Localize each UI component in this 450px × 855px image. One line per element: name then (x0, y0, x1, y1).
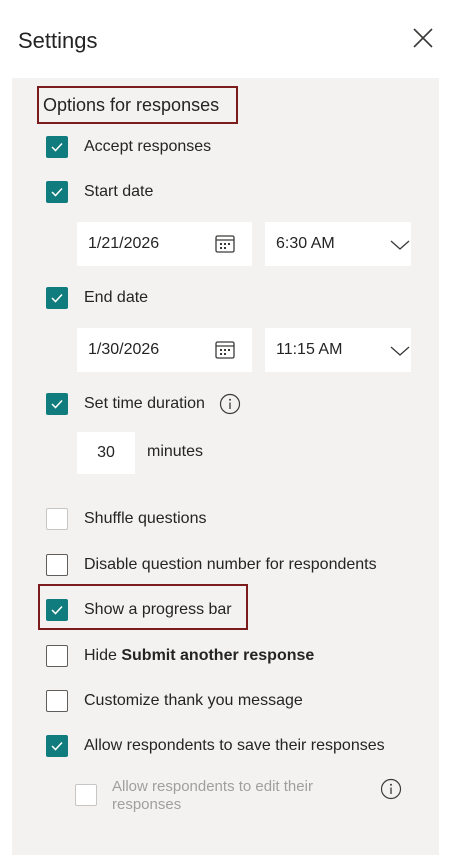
disable-question-number-checkbox[interactable] (46, 554, 68, 576)
customize-thank-you-label: Customize thank you message (84, 692, 303, 709)
shuffle-questions-option[interactable]: Shuffle questions (46, 507, 206, 531)
show-progress-bar-option[interactable]: Show a progress bar (46, 598, 232, 622)
end-date-input[interactable]: 1/30/2026 (77, 328, 252, 372)
allow-save-checkbox[interactable] (46, 735, 68, 757)
customize-thank-you-checkbox[interactable] (46, 690, 68, 712)
time-duration-checkbox[interactable] (46, 393, 68, 415)
start-time-select[interactable]: 6:30 AM (265, 222, 411, 266)
checkmark-icon (51, 605, 63, 615)
chevron-down-icon (390, 346, 410, 356)
start-date-value: 1/21/2026 (88, 235, 160, 252)
customize-thank-you-option[interactable]: Customize thank you message (46, 689, 303, 713)
hide-submit-another-prefix: Hide (84, 647, 122, 664)
duration-unit-label: minutes (147, 443, 204, 460)
calendar-icon[interactable] (214, 339, 236, 361)
end-date-checkbox[interactable] (46, 287, 68, 309)
calendar-icon[interactable] (214, 233, 236, 255)
hide-submit-another-bold: Submit another response (121, 647, 315, 664)
start-date-input[interactable]: 1/21/2026 (77, 222, 252, 266)
allow-save-option[interactable]: Allow respondents to save their response… (46, 734, 385, 758)
chevron-down-icon (390, 240, 410, 250)
show-progress-bar-label: Show a progress bar (84, 601, 232, 618)
time-duration-option[interactable]: Set time duration (46, 392, 241, 416)
show-progress-bar-checkbox[interactable] (46, 599, 68, 621)
end-date-option[interactable]: End date (46, 286, 148, 310)
allow-edit-option: Allow respondents to edit their response… (75, 778, 415, 814)
allow-edit-checkbox (75, 784, 97, 806)
checkmark-icon (51, 399, 63, 409)
checkmark-icon (51, 187, 63, 197)
settings-header: Settings (0, 0, 450, 78)
hide-submit-another-label: Hide Submit another response (84, 647, 314, 665)
shuffle-questions-checkbox[interactable] (46, 508, 68, 530)
duration-minutes-input[interactable]: 30 (77, 432, 135, 474)
checkmark-icon (51, 741, 63, 751)
hide-submit-another-option[interactable]: Hide Submit another response (46, 644, 314, 668)
disable-question-number-option[interactable]: Disable question number for respondents (46, 553, 377, 577)
hide-submit-another-checkbox[interactable] (46, 645, 68, 667)
end-time-value: 11:15 AM (276, 341, 343, 358)
disable-question-number-label: Disable question number for respondents (84, 556, 377, 573)
start-date-option[interactable]: Start date (46, 180, 153, 204)
info-icon[interactable] (380, 778, 402, 800)
close-icon[interactable] (410, 25, 436, 51)
start-time-value: 6:30 AM (276, 235, 335, 252)
start-date-label: Start date (84, 183, 154, 200)
shuffle-questions-label: Shuffle questions (84, 510, 207, 527)
time-duration-label: Set time duration (84, 395, 205, 412)
info-icon[interactable] (219, 393, 241, 415)
checkmark-icon (51, 142, 63, 152)
accept-responses-checkbox[interactable] (46, 136, 68, 158)
checkmark-icon (51, 293, 63, 303)
end-date-value: 1/30/2026 (88, 341, 160, 358)
end-time-select[interactable]: 11:15 AM (265, 328, 411, 372)
end-date-label: End date (84, 289, 149, 306)
start-date-checkbox[interactable] (46, 181, 68, 203)
accept-responses-option[interactable]: Accept responses (46, 135, 211, 159)
panel-title: Settings (18, 28, 98, 53)
section-title: Options for responses (37, 86, 238, 124)
allow-save-label: Allow respondents to save their response… (84, 737, 385, 754)
allow-edit-label: Allow respondents to edit their response… (112, 778, 313, 813)
accept-responses-label: Accept responses (84, 138, 212, 155)
